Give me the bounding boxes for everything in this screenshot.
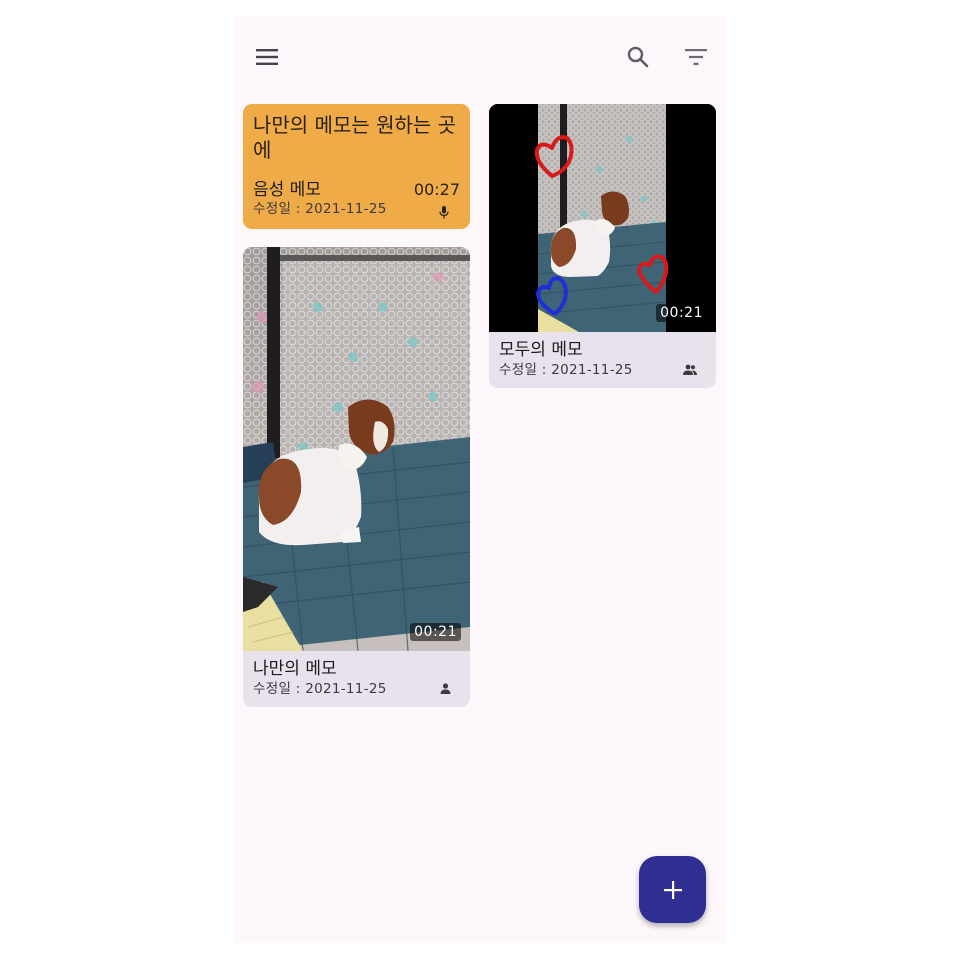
video-duration-badge: 00:21 — [410, 623, 461, 641]
dog-on-bed-photo — [243, 247, 470, 651]
note-info-bar: 나만의 메모 수정일 : 2021-11-25 — [243, 651, 470, 707]
note-modified-date: 수정일 : 2021-11-25 — [253, 681, 387, 697]
note-title: 음성 메모 — [253, 180, 321, 200]
note-card-video-private[interactable]: 00:21 나만의 메모 수정일 : 2021-11-25 — [243, 247, 470, 707]
note-card-video-shared[interactable]: 00:21 모두의 메모 수정일 : 2021-11-25 — [489, 104, 716, 388]
filter-button[interactable] — [676, 37, 716, 77]
app-screen: 나만의 메모는 원하는 곳에 음성 메모 00:27 수정일 : 2021-11… — [234, 16, 726, 943]
group-icon — [683, 364, 697, 375]
video-thumbnail: 00:21 — [243, 247, 470, 651]
note-modified-date: 수정일 : 2021-11-25 — [253, 201, 387, 217]
note-card-voice[interactable]: 나만의 메모는 원하는 곳에 음성 메모 00:27 수정일 : 2021-11… — [243, 104, 470, 229]
note-modified-date: 수정일 : 2021-11-25 — [499, 362, 633, 378]
note-duration: 00:27 — [413, 180, 460, 199]
dog-with-hearts-photo — [489, 104, 716, 332]
search-button[interactable] — [618, 37, 658, 77]
video-thumbnail: 00:21 — [489, 104, 716, 332]
person-icon — [440, 683, 451, 694]
hamburger-menu-icon — [256, 49, 278, 65]
search-icon — [627, 46, 649, 68]
note-info-bar: 모두의 메모 수정일 : 2021-11-25 — [489, 332, 716, 388]
filter-icon — [685, 49, 707, 65]
add-note-button[interactable] — [639, 856, 706, 923]
note-title: 모두의 메모 — [499, 340, 583, 360]
note-title: 나만의 메모 — [253, 659, 337, 679]
plus-icon — [663, 880, 682, 899]
mic-icon — [439, 206, 449, 219]
note-body-text: 나만의 메모는 원하는 곳에 — [253, 113, 457, 162]
video-duration-badge: 00:21 — [656, 304, 707, 322]
top-app-bar — [234, 16, 726, 100]
menu-button[interactable] — [247, 37, 287, 77]
